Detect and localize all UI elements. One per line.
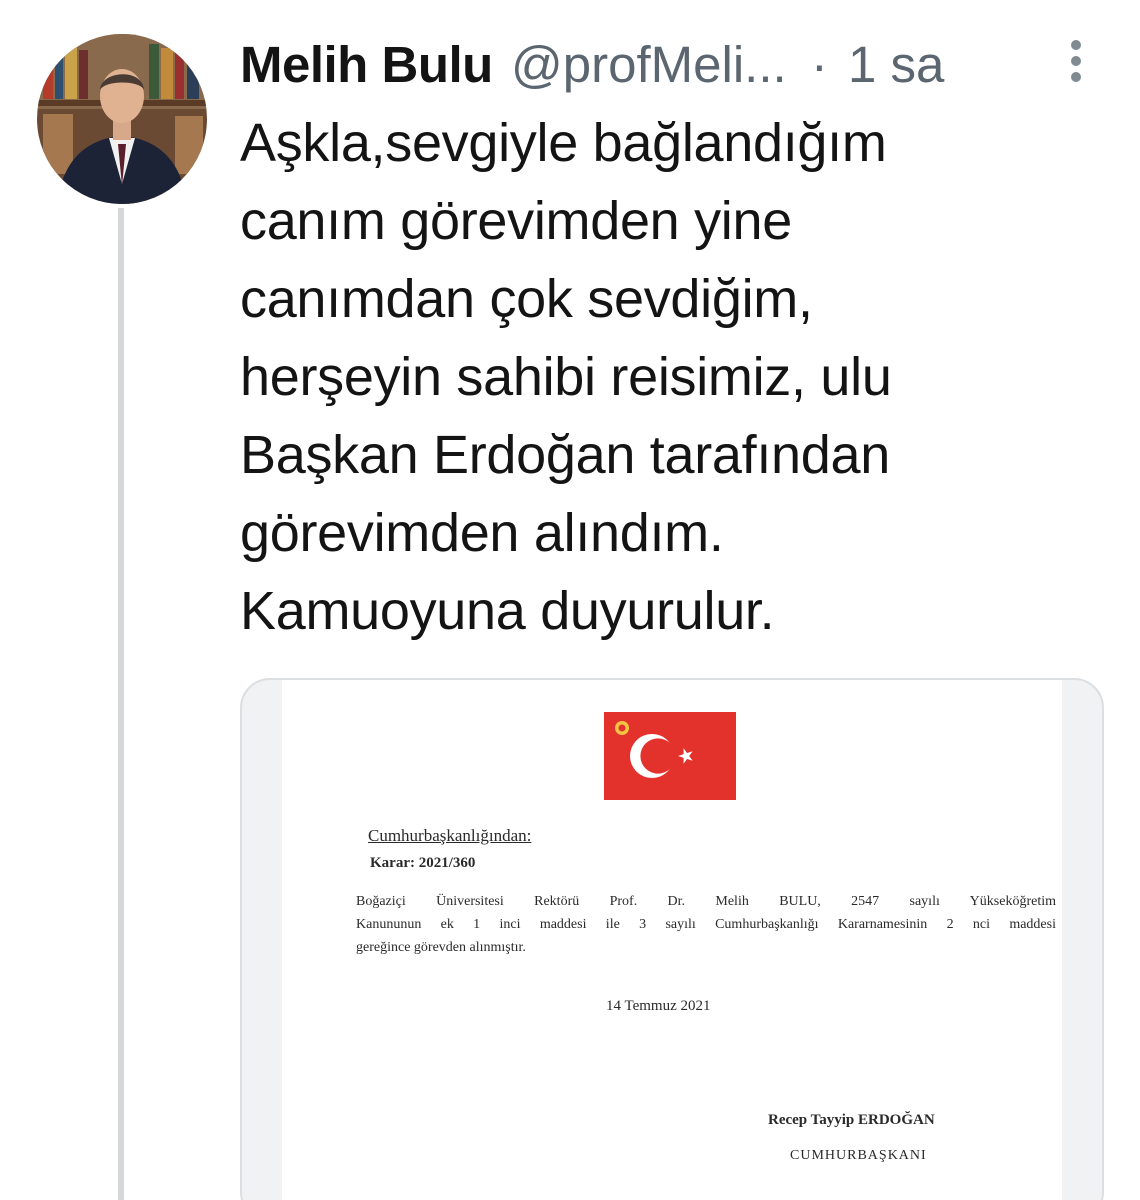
decree-number: Karar: 2021/360 bbox=[370, 855, 476, 871]
document-body-line: gereğince görevden alınmıştır. bbox=[356, 940, 526, 955]
display-name[interactable]: Melih Bulu bbox=[240, 36, 493, 93]
document-signer: Recep Tayyip ERDOĞAN bbox=[768, 1112, 935, 1128]
tweet-text-line: canımdan çok sevdiğim, bbox=[240, 269, 813, 329]
document-body-line: Kanununun ek 1 inci maddesi ile 3 sayılı… bbox=[356, 917, 1056, 932]
tweet-media-image[interactable]: Cumhurbaşkanlığından: Karar: 2021/360 Bo… bbox=[240, 678, 1104, 1200]
tweet-header: Melih Bulu @profMeli... · 1 sa bbox=[240, 28, 1080, 102]
tweet-text-line: herşeyin sahibi reisimiz, ulu bbox=[240, 347, 892, 407]
thread-line bbox=[118, 208, 124, 1200]
tweet-text-line: canım görevimden yine bbox=[240, 191, 792, 251]
tweet-text-line: Kamuoyuna duyurulur. bbox=[240, 581, 775, 641]
tweet-text-line: Başkan Erdoğan tarafından bbox=[240, 425, 890, 485]
document-heading: Cumhurbaşkanlığından: bbox=[368, 826, 532, 845]
tweet-text-line: Aşkla,sevgiyle bağlandığım bbox=[240, 113, 887, 173]
more-vertical-icon[interactable] bbox=[1064, 40, 1088, 84]
tweet-text: Aşkla,sevgiyle bağlandığım canım görevim… bbox=[240, 104, 1100, 650]
document-body-line: Boğaziçi Üniversitesi Rektörü Prof. Dr. … bbox=[356, 894, 1056, 909]
avatar[interactable] bbox=[37, 34, 207, 204]
timestamp[interactable]: 1 sa bbox=[848, 36, 944, 93]
avatar-photo bbox=[37, 34, 207, 204]
separator-dot: · bbox=[810, 36, 828, 93]
document-body: Boğaziçi Üniversitesi Rektörü Prof. Dr. … bbox=[356, 890, 1056, 959]
user-handle[interactable]: @profMeli... bbox=[511, 36, 787, 93]
tweet-text-line: görevimden alındım. bbox=[240, 503, 724, 563]
document-date: 14 Temmuz 2021 bbox=[606, 998, 711, 1014]
document-signer-title: CUMHURBAŞKANI bbox=[790, 1148, 927, 1163]
turkish-flag-icon bbox=[604, 712, 736, 800]
decree-document: Cumhurbaşkanlığından: Karar: 2021/360 Bo… bbox=[282, 680, 1062, 1200]
